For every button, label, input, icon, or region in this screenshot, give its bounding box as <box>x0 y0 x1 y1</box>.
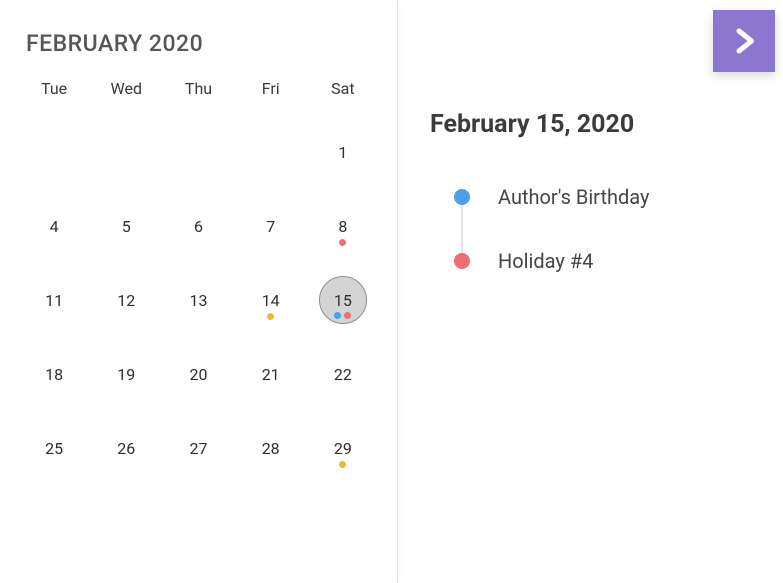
calendar-cell: 12 <box>90 266 162 340</box>
calendar-day[interactable]: 8 <box>319 202 367 250</box>
pink-dot-icon <box>454 253 470 269</box>
event-title: Author's Birthday <box>498 185 649 209</box>
dow-header: Thu <box>162 73 234 118</box>
yellow-dot-icon <box>267 313 274 320</box>
blue-dot-icon <box>334 312 341 319</box>
event-indicator-dots <box>339 239 346 246</box>
calendar-app: FEBRUARY 2020 Tue Wed Thu Fri Sat 145678… <box>0 0 783 583</box>
blue-dot-icon <box>454 189 470 205</box>
calendar-cell <box>235 118 307 192</box>
chevron-right-icon <box>729 26 759 56</box>
calendar-day[interactable]: 21 <box>247 350 295 398</box>
details-pane: February 15, 2020 Author's Birthday Holid… <box>398 0 783 583</box>
event-item[interactable]: Holiday #4 <box>454 249 751 273</box>
calendar-cell: 20 <box>162 340 234 414</box>
calendar-day[interactable]: 27 <box>174 424 222 472</box>
calendar-cell: 6 <box>162 192 234 266</box>
calendar-day[interactable]: 22 <box>319 350 367 398</box>
calendar-day[interactable]: 15 <box>319 276 367 324</box>
calendar-cell: 11 <box>18 266 90 340</box>
dow-header: Fri <box>235 73 307 118</box>
calendar-cell: 18 <box>18 340 90 414</box>
event-indicator-dots <box>334 312 351 319</box>
calendar-day[interactable]: 29 <box>319 424 367 472</box>
pink-dot-icon <box>344 312 351 319</box>
calendar-cell: 1 <box>307 118 379 192</box>
dow-header-row: Tue Wed Thu Fri Sat <box>18 73 379 118</box>
calendar-cell: 21 <box>235 340 307 414</box>
day-number: 8 <box>338 217 347 236</box>
dow-header: Wed <box>90 73 162 118</box>
calendar-day[interactable]: 7 <box>247 202 295 250</box>
day-number: 5 <box>122 217 131 236</box>
calendar-cell: 29 <box>307 414 379 488</box>
day-number: 4 <box>50 217 59 236</box>
day-number: 15 <box>334 291 352 310</box>
calendar-cell: 7 <box>235 192 307 266</box>
calendar-cell: 13 <box>162 266 234 340</box>
calendar-day[interactable]: 1 <box>319 128 367 176</box>
calendar-cell: 26 <box>90 414 162 488</box>
dow-header: Sat <box>307 73 379 118</box>
event-indicator-dots <box>339 461 346 468</box>
day-number: 11 <box>45 291 63 310</box>
calendar-cell: 19 <box>90 340 162 414</box>
pink-dot-icon <box>339 239 346 246</box>
calendar-cell: 4 <box>18 192 90 266</box>
day-number: 22 <box>334 365 352 384</box>
events-list: Author's Birthday Holiday #4 <box>454 185 751 273</box>
day-number: 21 <box>262 365 280 384</box>
calendar-pane: FEBRUARY 2020 Tue Wed Thu Fri Sat 145678… <box>0 0 398 583</box>
day-number: 20 <box>189 365 207 384</box>
calendar-day[interactable]: 18 <box>30 350 78 398</box>
calendar-day[interactable]: 20 <box>174 350 222 398</box>
day-number: 14 <box>262 291 280 310</box>
calendar-cell: 27 <box>162 414 234 488</box>
calendar-day[interactable]: 26 <box>102 424 150 472</box>
day-number: 25 <box>45 439 63 458</box>
calendar-cell: 25 <box>18 414 90 488</box>
day-number: 19 <box>117 365 135 384</box>
month-title: FEBRUARY 2020 <box>26 30 379 57</box>
calendar-cell: 8 <box>307 192 379 266</box>
calendar-cell <box>18 118 90 192</box>
calendar-cell: 28 <box>235 414 307 488</box>
calendar-cell: 5 <box>90 192 162 266</box>
calendar-cell <box>162 118 234 192</box>
yellow-dot-icon <box>339 461 346 468</box>
day-number: 18 <box>45 365 63 384</box>
calendar-day[interactable]: 14 <box>247 276 295 324</box>
day-number: 1 <box>338 143 347 162</box>
day-number: 26 <box>117 439 135 458</box>
calendar-day[interactable]: 28 <box>247 424 295 472</box>
next-month-button[interactable] <box>713 10 775 72</box>
event-timeline <box>461 201 463 259</box>
calendar-day[interactable]: 6 <box>174 202 222 250</box>
day-number: 12 <box>117 291 135 310</box>
day-number: 29 <box>334 439 352 458</box>
event-indicator-dots <box>267 313 274 320</box>
calendar-day[interactable]: 19 <box>102 350 150 398</box>
day-number: 7 <box>266 217 275 236</box>
calendar-day[interactable]: 4 <box>30 202 78 250</box>
event-item[interactable]: Author's Birthday <box>454 185 751 209</box>
day-number: 28 <box>262 439 280 458</box>
day-number: 27 <box>189 439 207 458</box>
dow-header: Tue <box>18 73 90 118</box>
event-title: Holiday #4 <box>498 249 593 273</box>
calendar-cell: 15 <box>307 266 379 340</box>
calendar-cell: 14 <box>235 266 307 340</box>
calendar-day[interactable]: 5 <box>102 202 150 250</box>
selected-date-heading: February 15, 2020 <box>430 110 751 139</box>
calendar-day[interactable]: 12 <box>102 276 150 324</box>
calendar-day[interactable]: 13 <box>174 276 222 324</box>
calendar-days-grid: 145678111213141518192021222526272829 <box>18 118 379 488</box>
day-number: 13 <box>189 291 207 310</box>
calendar-day[interactable]: 25 <box>30 424 78 472</box>
day-number: 6 <box>194 217 203 236</box>
calendar-cell <box>90 118 162 192</box>
calendar-day[interactable]: 11 <box>30 276 78 324</box>
calendar-cell: 22 <box>307 340 379 414</box>
